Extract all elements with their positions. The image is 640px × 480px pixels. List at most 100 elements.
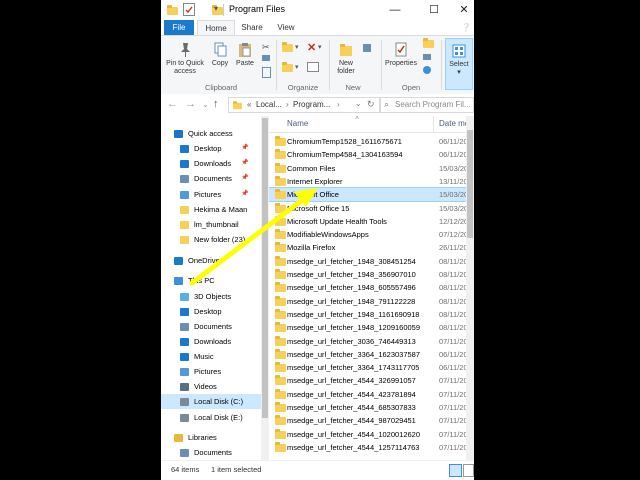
large-icons-view-icon[interactable] bbox=[463, 464, 474, 477]
forward-arrow-icon[interactable]: → bbox=[185, 98, 196, 110]
sidebar-item-music[interactable]: Music bbox=[161, 349, 261, 364]
table-row[interactable]: msedge_url_fetcher_4544_1020012620 07/11/… bbox=[269, 428, 466, 441]
address-crumb-local-disk[interactable]: Local... bbox=[256, 100, 282, 109]
address-crumb-program-files[interactable]: Program... bbox=[293, 100, 330, 109]
address-bar[interactable]: « Local... › Program... › ⌄ ↻ bbox=[228, 97, 380, 113]
sidebar-item-hekima-maan[interactable]: Hekima & Maan bbox=[161, 202, 261, 217]
sidebar-item-local-disk-c[interactable]: Local Disk (C:) bbox=[161, 394, 261, 409]
table-row[interactable]: msedge_url_fetcher_1948_1161690918 08/11/… bbox=[269, 308, 466, 321]
recent-dropdown-icon[interactable]: ⌄ bbox=[202, 100, 209, 109]
tab-share[interactable]: Share bbox=[237, 20, 267, 35]
move-to-dropdown-icon[interactable]: ▾ bbox=[295, 43, 299, 51]
table-row[interactable]: msedge_url_fetcher_1948_1209160059 08/11/… bbox=[269, 321, 466, 334]
help-icon[interactable]: ❔ bbox=[461, 23, 471, 32]
table-row[interactable]: Internet Explorer 13/11/20 bbox=[269, 175, 466, 188]
sidebar-item-downloads[interactable]: Downloads 📌 bbox=[161, 156, 261, 171]
copy-path-icon[interactable] bbox=[262, 55, 270, 61]
sidebar-item-onedrive[interactable]: OneDrive bbox=[161, 253, 261, 268]
table-row[interactable]: msedge_url_fetcher_3364_1623037587 06/11/… bbox=[269, 348, 466, 361]
column-header-date[interactable]: Date mo bbox=[439, 119, 466, 128]
column-header-name[interactable]: Name bbox=[287, 119, 308, 128]
table-row[interactable]: Microsoft Update Health Tools 12/12/20 bbox=[269, 215, 466, 228]
table-row[interactable]: Microsoft Office 15 15/03/20 bbox=[269, 202, 466, 215]
file-name: Mozilla Firefox bbox=[287, 243, 336, 253]
sidebar-item-3d-objects[interactable]: 3D Objects bbox=[161, 289, 261, 304]
tab-file[interactable]: File bbox=[164, 20, 194, 35]
open-icon[interactable] bbox=[423, 38, 434, 50]
sidebar-item-libraries[interactable]: Libraries bbox=[161, 430, 261, 445]
sidebar-item-new-folder-23[interactable]: New folder (23) bbox=[161, 232, 261, 247]
column-divider[interactable] bbox=[433, 116, 434, 132]
details-view-icon[interactable] bbox=[449, 464, 462, 477]
sidebar-item-desktop[interactable]: Desktop 📌 bbox=[161, 141, 261, 156]
copy-button[interactable]: Copy bbox=[209, 42, 231, 68]
address-overflow[interactable]: « bbox=[247, 100, 251, 109]
history-icon[interactable] bbox=[423, 66, 431, 74]
sidebar-item-documents[interactable]: Documents 📌 bbox=[161, 171, 261, 186]
table-row[interactable]: msedge_url_fetcher_1948_308451254 08/11/2… bbox=[269, 255, 466, 268]
copy-to-icon[interactable] bbox=[282, 62, 293, 74]
sidebar-item-documents[interactable]: Documents bbox=[161, 445, 261, 460]
quick-access-dropdown-icon[interactable]: ▾ bbox=[214, 4, 218, 13]
tab-view[interactable]: View bbox=[271, 20, 301, 35]
table-row[interactable]: msedge_url_fetcher_4544_1257114763 07/11/… bbox=[269, 441, 466, 454]
search-box[interactable]: ⌕ Search Program Fil... bbox=[380, 97, 474, 113]
edit-icon[interactable] bbox=[423, 54, 431, 60]
delete-dropdown-icon[interactable]: ▾ bbox=[318, 43, 322, 51]
nav-scroll-thumb[interactable] bbox=[262, 118, 268, 418]
properties-button[interactable]: Properties bbox=[383, 42, 419, 68]
sidebar-item-desktop[interactable]: Desktop bbox=[161, 304, 261, 319]
sidebar-item-quick-access[interactable]: Quick access bbox=[161, 126, 261, 141]
file-name: msedge_url_fetcher_1948_356907010 bbox=[287, 270, 416, 279]
table-row[interactable]: Microsoft Office 15/03/20 bbox=[269, 187, 466, 203]
table-row[interactable]: msedge_url_fetcher_4544_326991057 07/11/2… bbox=[269, 374, 466, 387]
file-date: 08/11/20 bbox=[439, 283, 466, 293]
up-arrow-icon[interactable]: ↑ bbox=[213, 98, 219, 110]
sidebar-item-videos[interactable]: Videos bbox=[161, 379, 261, 394]
maximize-button[interactable]: ☐ bbox=[421, 2, 447, 18]
properties-quick-icon[interactable] bbox=[183, 3, 195, 16]
table-row[interactable]: msedge_url_fetcher_4544_685307833 07/11/2… bbox=[269, 401, 466, 414]
paste-shortcut-icon[interactable] bbox=[262, 67, 271, 78]
select-button[interactable]: Select ▾ bbox=[445, 38, 473, 90]
refresh-icon[interactable]: ↻ bbox=[367, 99, 375, 110]
nav-scrollbar[interactable] bbox=[261, 116, 269, 460]
close-button[interactable]: ✕ bbox=[451, 2, 474, 18]
back-arrow-icon[interactable]: ← bbox=[167, 98, 178, 110]
table-row[interactable]: msedge_url_fetcher_1948_356907010 08/11/2… bbox=[269, 268, 466, 281]
sidebar-item-this-pc[interactable]: This PC bbox=[161, 273, 261, 288]
paste-button[interactable]: Paste bbox=[234, 42, 256, 68]
address-crumb-next[interactable]: › bbox=[337, 100, 340, 109]
delete-icon[interactable]: ✕ bbox=[307, 41, 316, 54]
rename-icon[interactable] bbox=[307, 62, 319, 72]
new-item-icon[interactable] bbox=[363, 44, 371, 52]
tab-home[interactable]: Home bbox=[197, 20, 235, 35]
sidebar-item-documents[interactable]: Documents bbox=[161, 319, 261, 334]
table-row[interactable]: ChromiumTemp4584_1304163594 06/11/20 bbox=[269, 148, 466, 161]
sidebar-item-lm-thumbnail[interactable]: lm_thumbnail bbox=[161, 217, 261, 232]
file-scroll-thumb[interactable] bbox=[467, 130, 473, 238]
table-row[interactable]: Mozilla Firefox 26/11/20 bbox=[269, 241, 466, 254]
sidebar-item-local-disk-e[interactable]: Local Disk (E:) bbox=[161, 410, 261, 425]
cut-icon[interactable]: ✂ bbox=[262, 42, 270, 53]
address-row: ← → ⌄ ↑ « Local... › Program... › ⌄ ↻ ⌕ … bbox=[161, 94, 474, 114]
table-row[interactable]: msedge_url_fetcher_3036_746449313 07/11/2… bbox=[269, 335, 466, 348]
new-folder-button[interactable]: New folder bbox=[331, 42, 361, 76]
table-row[interactable]: msedge_url_fetcher_3364_1743117705 06/11/… bbox=[269, 361, 466, 374]
table-row[interactable]: Common Files 15/03/20 bbox=[269, 162, 466, 175]
table-row[interactable]: ChromiumTemp1528_1611675671 06/11/20 bbox=[269, 135, 466, 148]
table-row[interactable]: msedge_url_fetcher_4544_423781894 07/11/2… bbox=[269, 388, 466, 401]
move-to-icon[interactable] bbox=[282, 42, 293, 54]
sidebar-item-downloads[interactable]: Downloads bbox=[161, 334, 261, 349]
sidebar-item-pictures[interactable]: Pictures bbox=[161, 364, 261, 379]
sidebar-item-pictures[interactable]: Pictures 📌 bbox=[161, 187, 261, 202]
pin-to-quick-access-button[interactable]: Pin to Quick access bbox=[163, 42, 207, 76]
address-dropdown-icon[interactable]: ⌄ bbox=[355, 99, 362, 108]
table-row[interactable]: msedge_url_fetcher_1948_791122228 08/11/2… bbox=[269, 295, 466, 308]
table-row[interactable]: msedge_url_fetcher_4544_987029451 07/11/2… bbox=[269, 414, 466, 427]
table-row[interactable]: msedge_url_fetcher_1948_605557496 08/11/2… bbox=[269, 281, 466, 294]
table-row[interactable]: ModifiableWindowsApps 07/12/20 bbox=[269, 228, 466, 241]
copy-to-dropdown-icon[interactable]: ▾ bbox=[295, 63, 299, 71]
minimize-button[interactable]: — bbox=[382, 2, 408, 18]
file-scrollbar[interactable] bbox=[466, 116, 474, 460]
